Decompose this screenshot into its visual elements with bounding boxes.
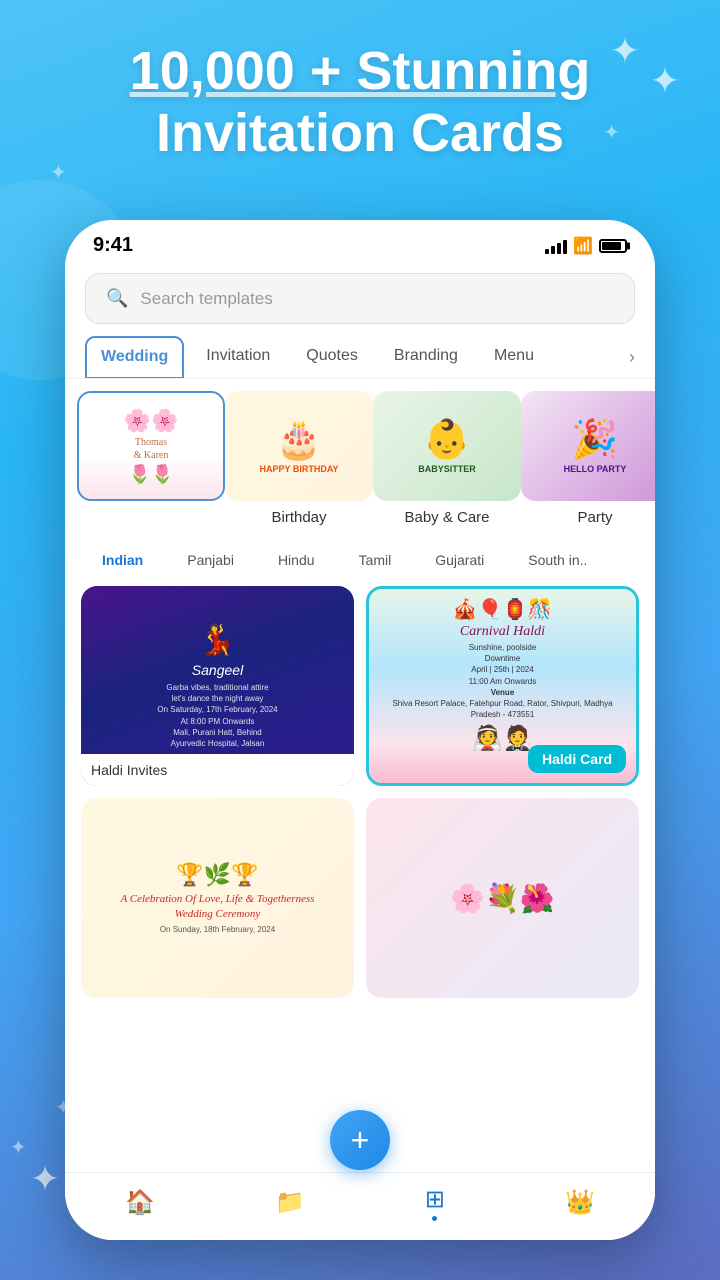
category-wedding[interactable]: 🌸🌸 Thomas& Karen 🌷🌷 bbox=[77, 391, 225, 501]
birthday-card-img: 🎂 HAPPY BIRTHDAY bbox=[225, 391, 373, 501]
flowers-bottom-icon: 🌷🌷 bbox=[129, 464, 174, 485]
filter-panjabi[interactable]: Panjabi bbox=[170, 544, 251, 576]
hero-highlight: 10,000 + Stunning bbox=[130, 41, 591, 101]
hero-title: 10,000 + Stunning Invitation Cards bbox=[0, 40, 720, 164]
trophy-icon: 🏆🌿🏆 bbox=[176, 862, 258, 888]
birthday-cake-icon: 🎂 bbox=[275, 418, 322, 462]
status-icons: 📶 bbox=[545, 236, 627, 256]
search-placeholder: Search templates bbox=[140, 289, 272, 309]
sparkle-icon-5: ✦ bbox=[30, 1158, 60, 1200]
card-haldi-card[interactable]: 🎪🎈🏮🎊 Carnival Haldi Sunshine, poolside D… bbox=[366, 586, 639, 786]
fab-add-button[interactable]: + bbox=[330, 1110, 390, 1170]
party-text: HELLO PARTY bbox=[564, 464, 627, 474]
party-card-img: 🎉 HELLO PARTY bbox=[521, 391, 655, 501]
nav-active-dot bbox=[432, 1216, 437, 1221]
cards-grid: 💃 Sangeel Garba vibes, traditional attir… bbox=[65, 586, 655, 998]
search-icon: 🔍 bbox=[106, 288, 128, 309]
filter-tamil[interactable]: Tamil bbox=[342, 544, 409, 576]
status-time: 9:41 bbox=[93, 234, 133, 257]
haldi-invites-label: Haldi Invites bbox=[81, 754, 354, 786]
dancer-icon: 💃 bbox=[199, 623, 236, 658]
tab-chevron-icon[interactable]: › bbox=[629, 347, 635, 368]
nav-grid[interactable]: ⊞ bbox=[425, 1185, 445, 1221]
filter-south[interactable]: South in.. bbox=[511, 544, 604, 576]
card-floral[interactable]: 🌸💐🌺 bbox=[366, 798, 639, 998]
category-birthday[interactable]: 🎂 HAPPY BIRTHDAY Birthday bbox=[225, 391, 373, 526]
wc-title: A Celebration Of Love, Life & Togetherne… bbox=[120, 892, 314, 921]
hero-subtitle: Invitation Cards bbox=[156, 103, 564, 163]
sangeet-details: Garba vibes, traditional attirelet's dan… bbox=[157, 682, 277, 749]
phone-mockup: 9:41 📶 🔍 Search templates Wedding Invita… bbox=[65, 220, 655, 1240]
wifi-icon: 📶 bbox=[573, 236, 593, 256]
status-bar: 9:41 📶 bbox=[65, 220, 655, 265]
fab-plus-icon: + bbox=[351, 1124, 370, 1156]
birthday-card-thumbnail: 🎂 HAPPY BIRTHDAY bbox=[225, 391, 373, 501]
party-card-thumbnail: 🎉 HELLO PARTY bbox=[521, 391, 655, 501]
flowers-top-icon: 🌸🌸 bbox=[124, 408, 179, 434]
baby-card-thumbnail: 👶 BABYSITTER bbox=[373, 391, 521, 501]
carnival-subtitle: Sunshine, poolside Downtime April | 25th… bbox=[377, 642, 628, 720]
sparkle-icon-6: ✦ bbox=[10, 1135, 27, 1160]
signal-bar-4 bbox=[563, 240, 567, 254]
wedding-card-thumbnail: 🌸🌸 Thomas& Karen 🌷🌷 bbox=[77, 391, 225, 501]
floral-image: 🌸💐🌺 bbox=[366, 798, 639, 998]
nav-home[interactable]: 🏠 bbox=[125, 1188, 155, 1217]
baby-icon: 👶 bbox=[423, 418, 470, 462]
bottom-nav: 🏠 📁 ⊞ 👑 bbox=[65, 1172, 655, 1240]
haldi-card-badge: Haldi Card bbox=[528, 745, 626, 773]
baby-text: BABYSITTER bbox=[418, 464, 476, 474]
tab-menu[interactable]: Menu bbox=[480, 337, 548, 377]
wedding-names: Thomas& Karen bbox=[134, 436, 169, 462]
filter-gujarati[interactable]: Gujarati bbox=[418, 544, 501, 576]
lanterns-icon: 🎪🎈🏮🎊 bbox=[453, 597, 553, 622]
party-icon: 🎉 bbox=[571, 418, 618, 462]
signal-bar-2 bbox=[551, 246, 555, 254]
hero-section: 10,000 + Stunning Invitation Cards bbox=[0, 40, 720, 164]
carnival-title: Carnival Haldi bbox=[460, 624, 545, 640]
wc-detail: On Sunday, 18th February, 2024 bbox=[160, 925, 275, 934]
category-birthday-label: Birthday bbox=[271, 509, 326, 526]
category-baby[interactable]: 👶 BABYSITTER Baby & Care bbox=[373, 391, 521, 526]
grid-icon: ⊞ bbox=[425, 1185, 445, 1214]
battery-fill bbox=[602, 242, 621, 250]
search-bar[interactable]: 🔍 Search templates bbox=[85, 273, 635, 324]
sangeet-title: Sangeel bbox=[192, 662, 243, 678]
signal-bar-3 bbox=[557, 243, 561, 254]
nav-folders[interactable]: 📁 bbox=[275, 1188, 305, 1217]
birthday-text: HAPPY BIRTHDAY bbox=[259, 464, 338, 474]
tab-invitation[interactable]: Invitation bbox=[192, 337, 284, 377]
category-party[interactable]: 🎉 HELLO PARTY Party bbox=[521, 391, 655, 526]
tab-quotes[interactable]: Quotes bbox=[292, 337, 372, 377]
card-haldi-invites[interactable]: 💃 Sangeel Garba vibes, traditional attir… bbox=[81, 586, 354, 786]
couple-icon: 👰🤵 bbox=[473, 724, 533, 753]
battery-icon bbox=[599, 239, 627, 253]
tab-branding[interactable]: Branding bbox=[380, 337, 472, 377]
category-baby-label: Baby & Care bbox=[404, 509, 489, 526]
tabs-section: Wedding Invitation Quotes Branding Menu … bbox=[65, 336, 655, 379]
card-wedding-ceremony[interactable]: 🏆🌿🏆 A Celebration Of Love, Life & Togeth… bbox=[81, 798, 354, 998]
baby-card-img: 👶 BABYSITTER bbox=[373, 391, 521, 501]
home-icon: 🏠 bbox=[125, 1188, 155, 1217]
signal-bar-1 bbox=[545, 249, 549, 254]
category-party-label: Party bbox=[577, 509, 612, 526]
wedding-card-img: 🌸🌸 Thomas& Karen 🌷🌷 bbox=[79, 393, 223, 499]
crown-icon: 👑 bbox=[565, 1188, 595, 1217]
signal-icon bbox=[545, 238, 567, 254]
folder-icon: 📁 bbox=[275, 1188, 305, 1217]
wedding-ceremony-image: 🏆🌿🏆 A Celebration Of Love, Life & Togeth… bbox=[81, 798, 354, 998]
filter-row: Indian Panjabi Hindu Tamil Gujarati Sout… bbox=[65, 538, 655, 586]
filter-hindu[interactable]: Hindu bbox=[261, 544, 332, 576]
categories-row: 🌸🌸 Thomas& Karen 🌷🌷 🎂 HAPPY BIRTHDAY Bir… bbox=[65, 379, 655, 538]
filter-indian[interactable]: Indian bbox=[85, 544, 160, 576]
tab-wedding[interactable]: Wedding bbox=[85, 336, 184, 379]
nav-crown[interactable]: 👑 bbox=[565, 1188, 595, 1217]
